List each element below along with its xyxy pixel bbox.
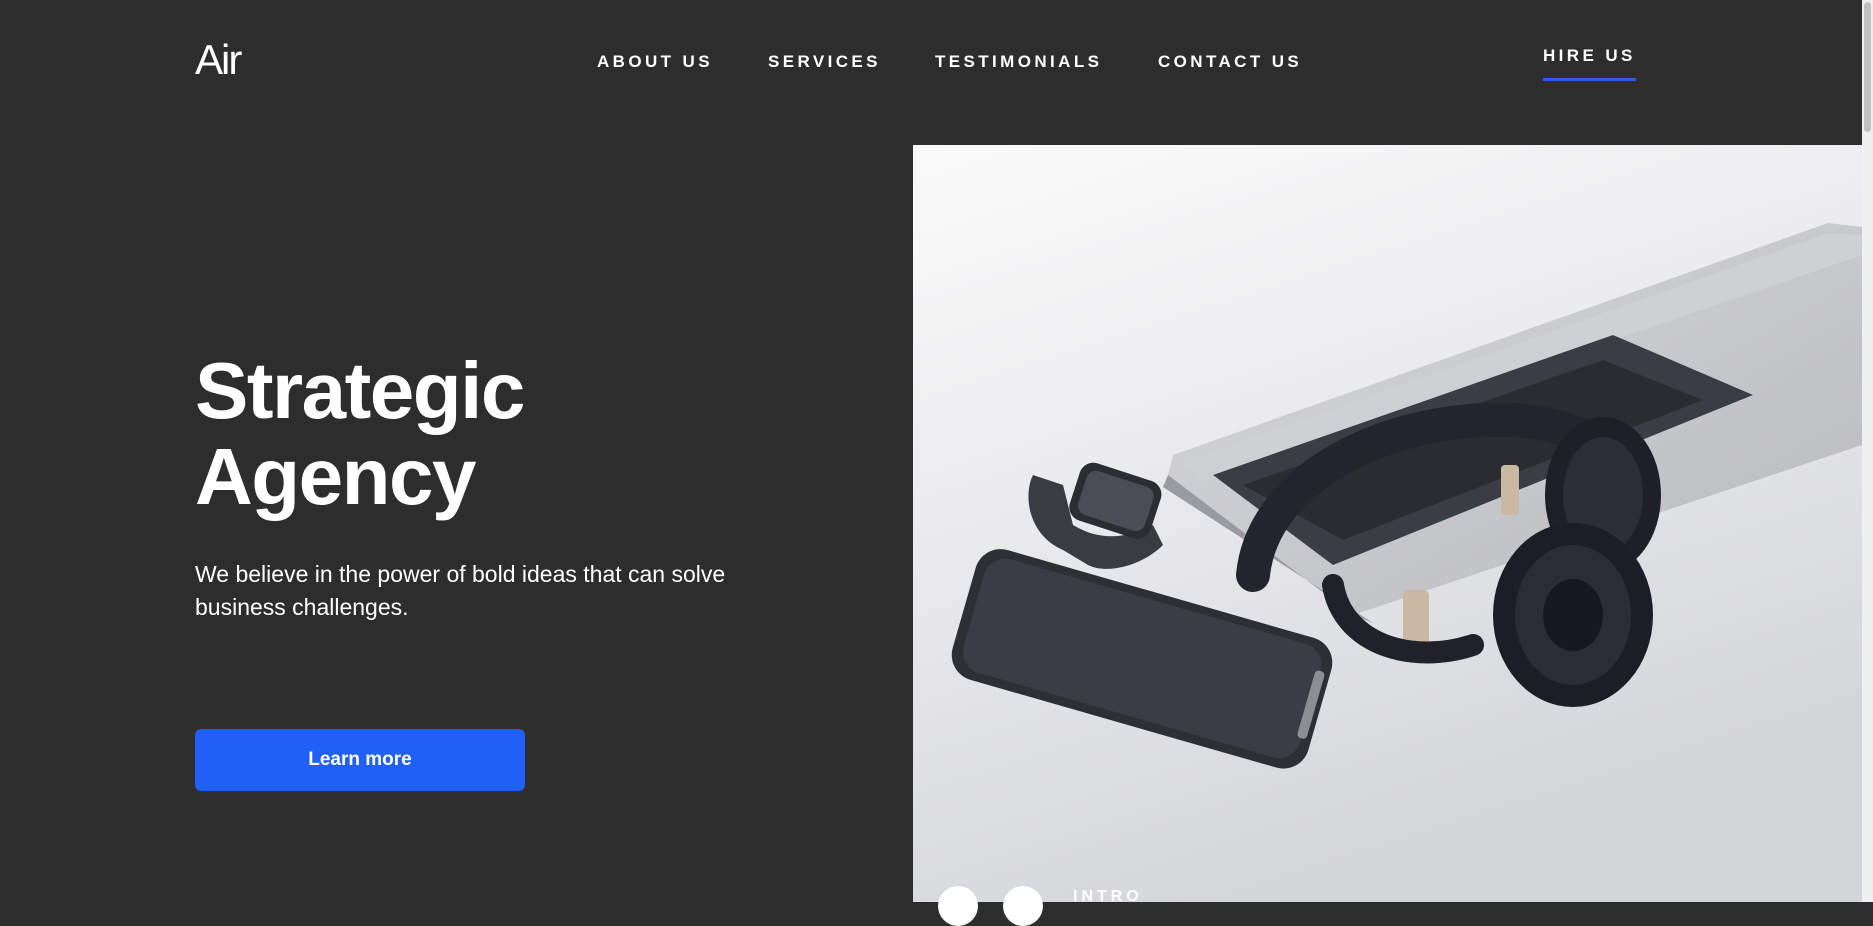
hero-title-line2: Agency (195, 432, 476, 521)
learn-more-button[interactable]: Learn more (195, 729, 525, 791)
nav-services[interactable]: SERVICES (768, 52, 881, 72)
slide-label: INTRO (1073, 888, 1143, 905)
hero-illustration (913, 145, 1862, 902)
nav-contact-us[interactable]: CONTACT US (1158, 52, 1302, 72)
air-logo[interactable]: Air (195, 38, 255, 80)
slider-prev-button[interactable] (938, 886, 978, 926)
nav-about-us[interactable]: ABOUT US (597, 52, 713, 72)
hero-title: Strategic Agency (195, 346, 525, 521)
hero-image (913, 145, 1862, 902)
nav-testimonials[interactable]: TESTIMONIALS (935, 52, 1102, 72)
logo-text: Air (195, 38, 242, 80)
hero-title-line1: Strategic (195, 346, 525, 435)
hero-subtitle: We believe in the power of bold ideas th… (195, 561, 726, 620)
slider-next-button[interactable] (1003, 886, 1043, 926)
hire-us-button[interactable]: HIRE US (1543, 46, 1636, 81)
page-scrollbar[interactable] (1862, 0, 1873, 902)
scrollbar-thumb[interactable] (1864, 2, 1871, 132)
